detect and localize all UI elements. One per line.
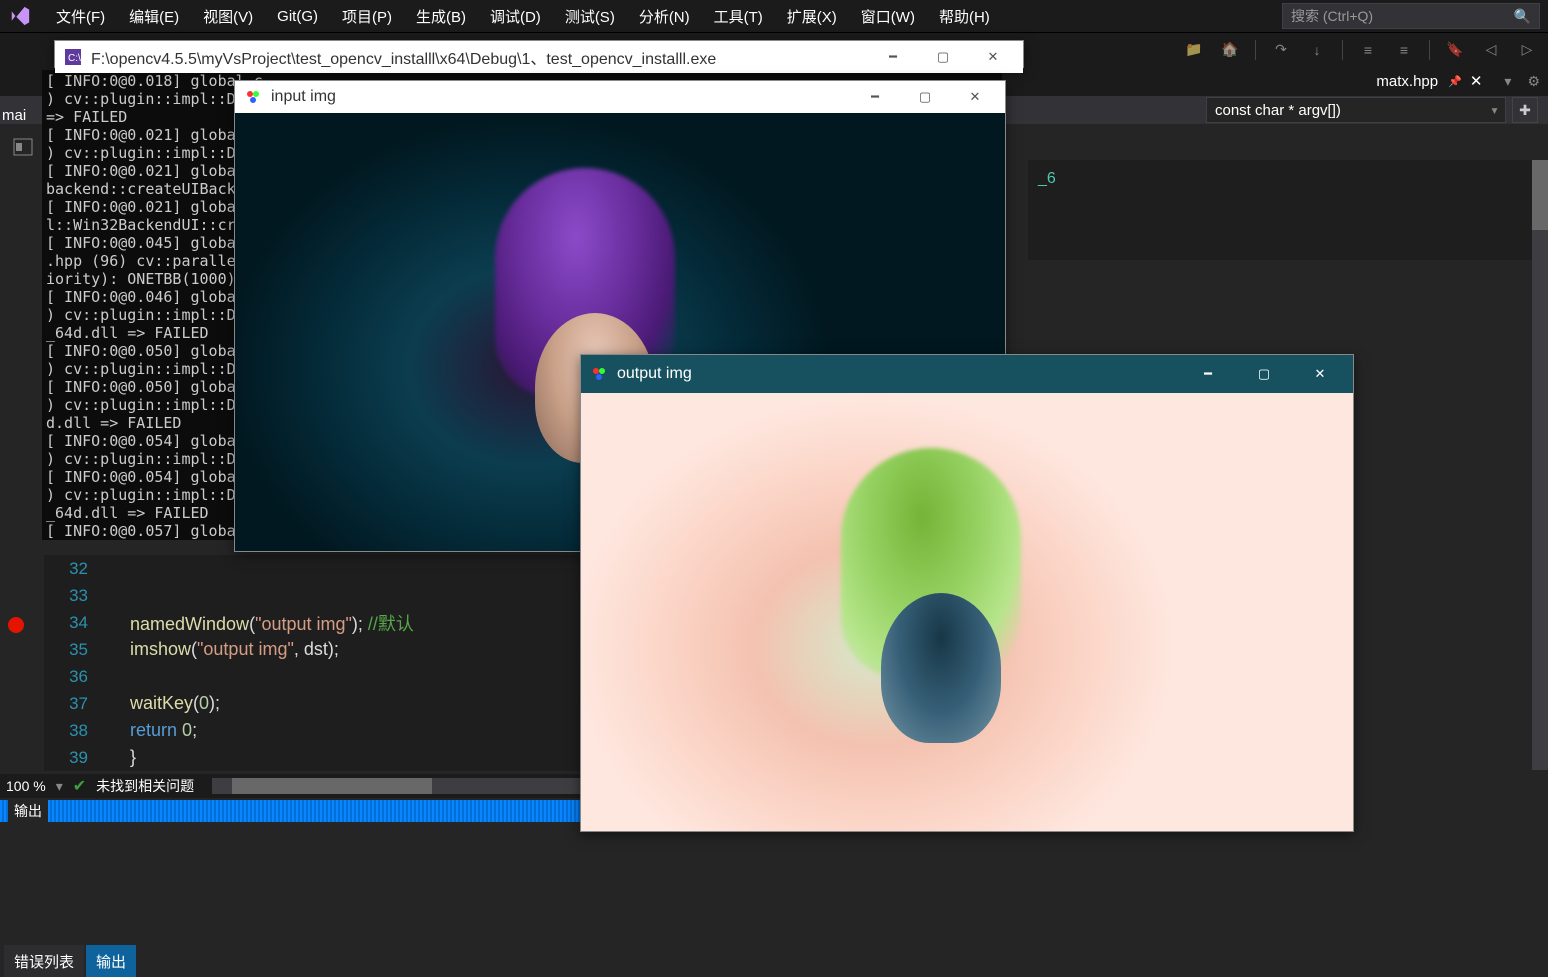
minimize-button[interactable]: ━: [855, 83, 895, 111]
pin-icon[interactable]: 📌: [1444, 75, 1462, 88]
status-message: 未找到相关问题: [96, 776, 194, 796]
menu-edit[interactable]: 编辑(E): [129, 6, 179, 27]
opencv-icon: [591, 366, 607, 382]
input-title: input img: [271, 88, 845, 106]
maximize-button[interactable]: ▢: [905, 83, 945, 111]
tab-output[interactable]: 输出: [86, 945, 136, 977]
cmd-icon: C:\: [65, 49, 81, 65]
step-into-icon[interactable]: ↓: [1306, 39, 1328, 61]
opencv-icon: [245, 89, 261, 105]
line-number: 39: [44, 748, 102, 768]
indent-left-icon[interactable]: ≡: [1357, 39, 1379, 61]
close-button[interactable]: ✕: [955, 83, 995, 111]
separator: [1342, 40, 1343, 60]
menu-project[interactable]: 项目(P): [342, 6, 392, 27]
check-icon: ✔: [73, 776, 86, 796]
menu-extensions[interactable]: 扩展(X): [787, 6, 837, 27]
step-over-icon[interactable]: ↷: [1270, 39, 1292, 61]
minimize-button[interactable]: ━: [873, 43, 913, 71]
indent-right-icon[interactable]: ≡: [1393, 39, 1415, 61]
vs-logo-icon: [8, 4, 32, 28]
close-icon[interactable]: ✕: [1468, 72, 1485, 90]
editor-pane[interactable]: _6: [1028, 160, 1548, 260]
search-input[interactable]: 搜索 (Ctrl+Q) 🔍: [1282, 3, 1540, 29]
close-button[interactable]: ✕: [1297, 360, 1343, 388]
svg-text:C:\: C:\: [68, 53, 81, 64]
separator: [1255, 40, 1256, 60]
output-panel-header[interactable]: 输出: [0, 800, 580, 822]
left-toolbar: [4, 132, 42, 162]
console-titlebar[interactable]: C:\ F:\opencv4.5.5\myVsProject\test_open…: [55, 41, 1023, 73]
menu-git[interactable]: Git(G): [277, 8, 318, 25]
line-number: 38: [44, 721, 102, 741]
console-exe-window[interactable]: C:\ F:\opencv4.5.5\myVsProject\test_open…: [54, 40, 1024, 68]
menu-build[interactable]: 生成(B): [416, 6, 466, 27]
menu-tools[interactable]: 工具(T): [714, 6, 763, 27]
line-number: 35: [44, 640, 102, 660]
scrollbar-thumb[interactable]: [1532, 160, 1548, 230]
line-number: 34: [44, 613, 102, 633]
menu-help[interactable]: 帮助(H): [939, 6, 990, 27]
tab-error-list[interactable]: 错误列表: [4, 945, 84, 977]
code-text: imshow("output img", dst);: [108, 639, 339, 660]
output-img-window[interactable]: output img ━ ▢ ✕: [580, 354, 1354, 832]
separator: [1429, 40, 1430, 60]
output-image-content: [581, 393, 1353, 831]
code-text: return 0;: [108, 720, 197, 741]
line-number: 36: [44, 667, 102, 687]
tab-label: matx.hpp: [1376, 73, 1438, 90]
output-label: 输出: [8, 800, 48, 822]
bottom-tab-bar: 错误列表 输出: [0, 949, 136, 977]
add-button[interactable]: ✚: [1512, 97, 1538, 123]
menu-view[interactable]: 视图(V): [203, 6, 253, 27]
line-number: 33: [44, 586, 102, 606]
menu-bar: 文件(F) 编辑(E) 视图(V) Git(G) 项目(P) 生成(B) 调试(…: [0, 0, 1548, 32]
search-icon: 🔍: [1514, 8, 1531, 25]
scrollbar-thumb[interactable]: [232, 778, 432, 794]
console-title: F:\opencv4.5.5\myVsProject\test_opencv_i…: [91, 45, 863, 69]
tab-overflow-icon[interactable]: ▾: [1496, 73, 1519, 90]
code-text: waitKey(0);: [108, 693, 220, 714]
search-placeholder: 搜索 (Ctrl+Q): [1291, 6, 1373, 26]
zoom-level[interactable]: 100 %: [6, 778, 46, 794]
minimize-button[interactable]: ━: [1185, 360, 1231, 388]
bookmark-icon[interactable]: 🔖: [1444, 39, 1466, 61]
input-titlebar[interactable]: input img ━ ▢ ✕: [235, 81, 1005, 113]
close-button[interactable]: ✕: [973, 43, 1013, 71]
tab-main[interactable]: mai: [2, 107, 26, 124]
menu-debug[interactable]: 调试(D): [490, 6, 541, 27]
code-text: namedWindow("output img"); //默认: [108, 610, 414, 636]
line-number: 37: [44, 694, 102, 714]
maximize-button[interactable]: ▢: [923, 43, 963, 71]
menu-test[interactable]: 测试(S): [565, 6, 615, 27]
settings-icon[interactable]: ⚙: [1519, 73, 1548, 90]
zoom-dropdown-icon[interactable]: ▾: [56, 778, 63, 795]
tab-matx-hpp[interactable]: matx.hpp 📌 ✕: [1364, 66, 1496, 96]
vertical-scrollbar[interactable]: [1532, 160, 1548, 770]
menu-analysis[interactable]: 分析(N): [639, 6, 690, 27]
bookmark-prev-icon[interactable]: ◁: [1480, 39, 1502, 61]
home-icon[interactable]: 🏠: [1219, 39, 1241, 61]
bookmark-next-icon[interactable]: ▷: [1516, 39, 1538, 61]
maximize-button[interactable]: ▢: [1241, 360, 1287, 388]
code-text: }: [108, 747, 136, 768]
breakpoint-icon[interactable]: [8, 617, 24, 633]
output-title: output img: [617, 365, 1175, 383]
line-number: 32: [44, 559, 102, 579]
menu-file[interactable]: 文件(F): [56, 6, 105, 27]
toggle-icon[interactable]: [8, 134, 38, 160]
solution-explorer-icon[interactable]: 📁: [1183, 39, 1205, 61]
scope-combo[interactable]: const char * argv[]): [1206, 97, 1506, 123]
output-titlebar[interactable]: output img ━ ▢ ✕: [581, 355, 1353, 393]
menu-window[interactable]: 窗口(W): [861, 6, 915, 27]
